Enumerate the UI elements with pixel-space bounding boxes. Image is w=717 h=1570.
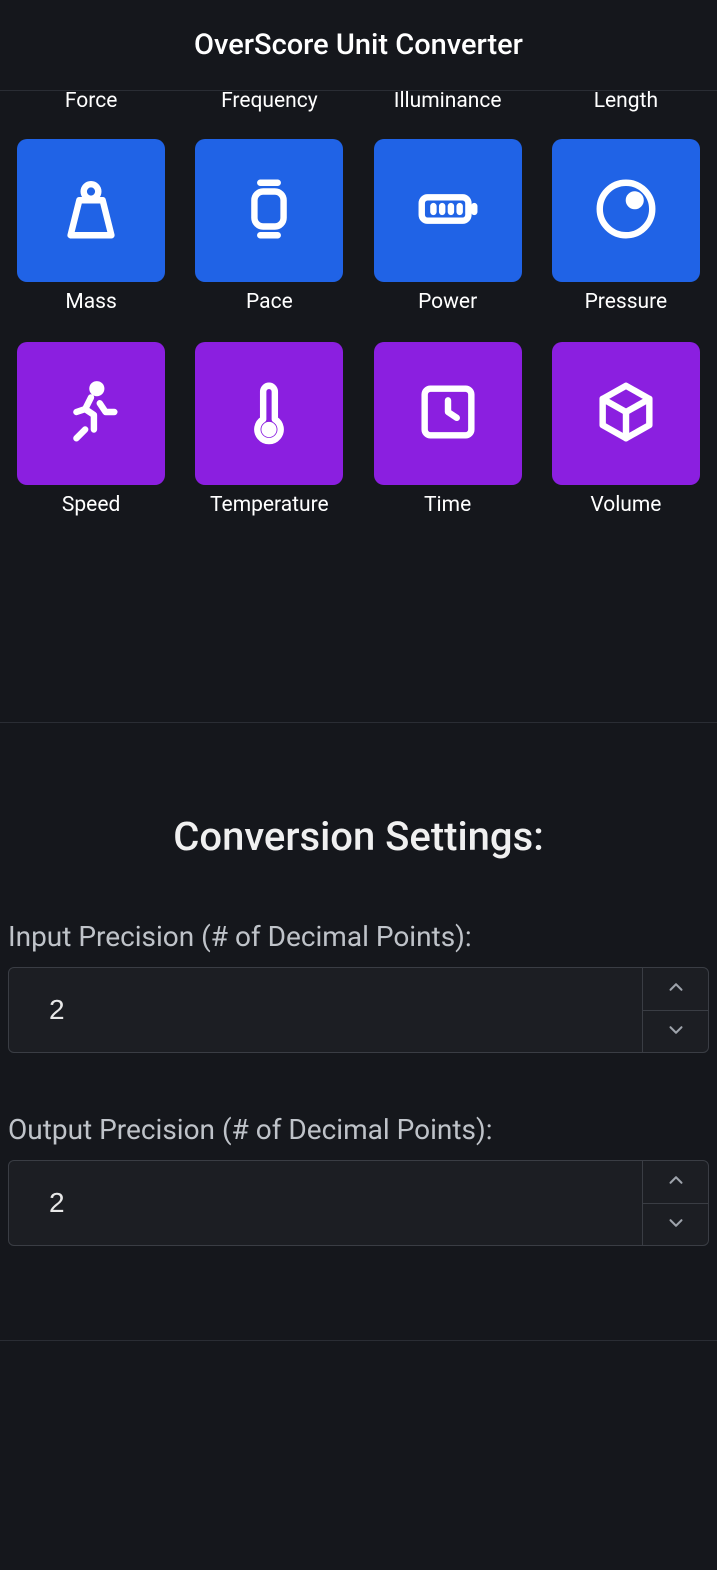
input-precision-increment[interactable] — [643, 968, 708, 1011]
category-label-force: Force — [65, 89, 117, 113]
category-tile-speed[interactable] — [17, 342, 165, 485]
cube-icon — [591, 377, 661, 451]
category-label-speed: Speed — [62, 493, 120, 517]
input-precision-group: Input Precision (# of Decimal Points): — [0, 920, 717, 1113]
category-label-length: Length — [594, 89, 658, 113]
category-tile-volume[interactable] — [552, 342, 700, 485]
output-precision-label: Output Precision (# of Decimal Points): — [8, 1113, 709, 1146]
category-tile-time[interactable] — [374, 342, 522, 485]
category-label-frequency: Frequency — [221, 89, 318, 113]
category-tile-temperature[interactable] — [195, 342, 343, 485]
category-tile-power[interactable] — [374, 139, 522, 282]
category-label-illuminance: Illuminance — [394, 89, 502, 113]
battery-icon — [413, 174, 483, 248]
output-precision-field[interactable] — [9, 1161, 642, 1245]
input-precision-label: Input Precision (# of Decimal Points): — [8, 920, 709, 953]
category-label-power: Power — [418, 290, 477, 314]
thermometer-icon — [234, 377, 304, 451]
chevron-up-icon — [665, 1169, 687, 1194]
clock-icon — [413, 377, 483, 451]
watch-icon — [234, 174, 304, 248]
category-label-time: Time — [424, 493, 471, 517]
chevron-down-icon — [665, 1019, 687, 1044]
category-grid: Mass Pace — [0, 139, 717, 517]
category-label-pressure: Pressure — [585, 290, 668, 314]
output-precision-decrement[interactable] — [643, 1204, 708, 1246]
category-label-volume: Volume — [590, 493, 661, 517]
settings-heading: Conversion Settings: — [0, 723, 717, 920]
category-label-pace: Pace — [246, 290, 293, 314]
output-precision-group: Output Precision (# of Decimal Points): — [0, 1113, 717, 1306]
bottom-divider — [0, 1340, 717, 1341]
weight-icon — [56, 174, 126, 248]
category-label-mass: Mass — [65, 290, 116, 314]
category-label-temperature: Temperature — [210, 493, 329, 517]
output-precision-increment[interactable] — [643, 1161, 708, 1204]
category-row-partial: Force Frequency Illuminance Length — [0, 91, 717, 121]
category-tile-mass[interactable] — [17, 139, 165, 282]
input-precision-field[interactable] — [9, 968, 642, 1052]
input-precision-decrement[interactable] — [643, 1011, 708, 1053]
category-tile-pace[interactable] — [195, 139, 343, 282]
chevron-down-icon — [665, 1212, 687, 1237]
app-title: OverScore Unit Converter — [0, 0, 717, 91]
running-icon — [56, 377, 126, 451]
category-tile-pressure[interactable] — [552, 139, 700, 282]
gauge-icon — [591, 174, 661, 248]
chevron-up-icon — [665, 976, 687, 1001]
